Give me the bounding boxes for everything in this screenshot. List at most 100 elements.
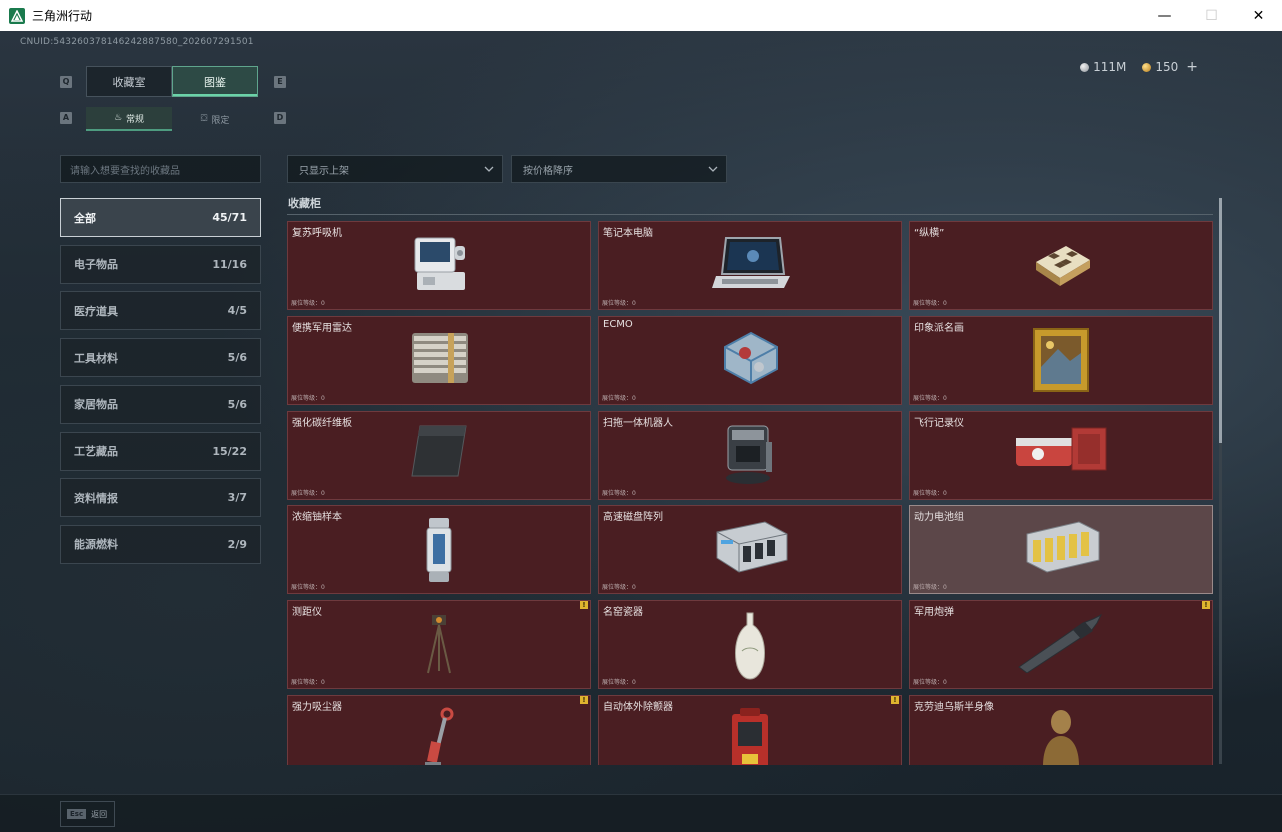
ventilator-icon — [407, 232, 471, 298]
collection-card[interactable]: 扫拖一体机器人 展位等级：0 — [598, 410, 902, 500]
shelf-filter-value: 只显示上架 — [299, 165, 349, 177]
shelf-filter-dropdown[interactable]: 只显示上架 — [287, 155, 503, 183]
tab-regular-label: 常规 — [126, 114, 145, 125]
category-item[interactable]: 工具材料 5/6 — [60, 338, 261, 378]
laptop-icon — [710, 232, 790, 298]
item-name: 印象派名画 — [914, 322, 964, 334]
gold-amount: 150 — [1155, 60, 1179, 74]
defibrillator-icon — [728, 706, 772, 765]
alert-badge-icon: ! — [1202, 601, 1210, 610]
collection-card[interactable]: 名窑瓷器 展位等级：0 — [598, 600, 902, 690]
add-currency-button[interactable]: + — [1186, 59, 1198, 75]
display-level: 展位等级：0 — [602, 584, 636, 592]
collection-card[interactable]: 复苏呼吸机展位等级：0 — [287, 221, 591, 310]
category-item[interactable]: 家居物品 5/6 — [60, 384, 261, 424]
uranium-sample-icon — [424, 516, 454, 588]
category-count: 4/5 — [227, 304, 247, 318]
collection-card[interactable]: 印象派名画展位等级：0 — [909, 315, 1213, 405]
collection-card[interactable]: 浓缩铀样本展位等级：0 — [287, 505, 591, 595]
category-item[interactable]: 能源燃料 2/9 — [60, 524, 261, 564]
currency-bar: 111M 150 + — [1080, 59, 1198, 75]
category-count: 11/16 — [212, 257, 247, 271]
key-hint-a: A — [60, 112, 72, 124]
tab-collection-room[interactable]: 收藏室 — [86, 66, 172, 97]
collection-card[interactable]: 自动体外除颤器展位等级：0! — [598, 695, 902, 765]
gold-coin-icon — [1142, 62, 1152, 72]
vacuum-cleaner-icon — [421, 706, 457, 765]
item-name: 笔记本电脑 — [603, 228, 653, 239]
gold-currency: 150 + — [1142, 59, 1198, 75]
painting-icon — [1030, 327, 1092, 397]
back-button[interactable]: Esc 返回 — [60, 801, 115, 827]
category-item[interactable]: 资料情报 3/7 — [60, 478, 261, 518]
item-name: 强化碳纤维板 — [292, 417, 352, 429]
scrollbar-thumb[interactable] — [1219, 198, 1222, 443]
display-level: 展位等级：0 — [913, 394, 947, 402]
collection-card[interactable]: 强化碳纤维板 展位等级：0 — [287, 410, 591, 500]
sort-dropdown[interactable]: 按价格降序 — [511, 155, 727, 183]
category-label: 电子物品 — [74, 258, 118, 272]
app-logo-icon — [9, 7, 25, 24]
grid-scrollbar[interactable] — [1219, 198, 1222, 764]
sort-value: 按价格降序 — [523, 165, 573, 177]
category-count: 5/6 — [227, 351, 247, 365]
close-button[interactable]: ✕ — [1235, 0, 1282, 31]
display-level: 展位等级：0 — [913, 300, 947, 307]
tab-limited[interactable]: ⛋ 限定 — [172, 107, 258, 131]
section-divider — [287, 214, 1213, 215]
chevron-down-icon — [484, 166, 494, 172]
collection-card[interactable]: “纵横” 展位等级：0 — [909, 221, 1213, 310]
game-viewport: CNUID:543260378146242887580_202607291501… — [0, 31, 1282, 832]
artillery-shell-icon — [1013, 611, 1109, 677]
category-item[interactable]: 工艺藏品 15/22 — [60, 431, 261, 471]
bust-statue-icon — [1037, 706, 1085, 765]
collection-card[interactable]: 飞行记录仪 展位等级：0 — [909, 410, 1213, 500]
silver-amount: 111M — [1093, 60, 1127, 74]
maximize-button[interactable]: ☐ — [1188, 0, 1235, 31]
display-level: 展位等级：0 — [291, 300, 325, 307]
collection-card[interactable]: 便携军用雷达 展位等级：0 — [287, 315, 591, 405]
item-name: 高速磁盘阵列 — [603, 512, 663, 524]
key-hint-e: E — [274, 76, 286, 88]
back-label: 返回 — [91, 809, 108, 819]
window-title: 三角洲行动 — [32, 9, 93, 23]
category-count: 5/6 — [227, 397, 247, 411]
category-count: 2/9 — [227, 537, 247, 551]
tab-regular[interactable]: ♨ 常规 — [86, 107, 172, 131]
alert-badge-icon: ! — [891, 696, 899, 704]
flight-recorder-icon — [1012, 422, 1110, 482]
alert-badge-icon: ! — [580, 696, 588, 704]
item-name: 浓缩铀样本 — [292, 512, 342, 524]
collection-card[interactable]: 克劳迪乌斯半身像展位等级：0 — [909, 695, 1213, 765]
collection-card[interactable]: 强力吸尘器展位等级：0! — [287, 695, 591, 765]
minimize-button[interactable]: — — [1141, 0, 1188, 31]
category-count: 45/71 — [212, 211, 247, 224]
disk-array-icon — [707, 516, 793, 582]
category-item[interactable]: 医疗道具 4/5 — [60, 291, 261, 331]
display-level: 展位等级：0 — [602, 300, 636, 307]
search-placeholder: 请输入想要查找的收藏品 — [70, 165, 180, 177]
collection-card[interactable]: 测距仪 展位等级：0! — [287, 600, 591, 690]
esc-key-hint: Esc — [67, 809, 87, 819]
item-name: 复苏呼吸机 — [292, 228, 342, 239]
key-hint-q: Q — [60, 76, 72, 88]
category-label: 能源燃料 — [74, 538, 118, 552]
display-level: 展位等级：0 — [913, 679, 947, 687]
chevron-down-icon — [708, 166, 718, 172]
collection-card[interactable]: 动力电池组 展位等级：0 — [909, 505, 1213, 595]
display-level: 展位等级：0 — [291, 679, 325, 687]
display-level: 展位等级：0 — [291, 584, 325, 592]
item-name: 强力吸尘器 — [292, 702, 342, 713]
category-item[interactable]: 电子物品 11/16 — [60, 244, 261, 284]
category-item[interactable]: 全部 45/71 — [60, 198, 261, 237]
collection-card[interactable]: 高速磁盘阵列展位等级：0 — [598, 505, 902, 595]
search-input[interactable]: 请输入想要查找的收藏品 — [60, 155, 261, 183]
collection-card[interactable]: 军用炮弹 展位等级：0! — [909, 600, 1213, 690]
category-count: 15/22 — [212, 444, 247, 458]
tab-catalog[interactable]: 图鉴 — [172, 66, 258, 97]
display-level: 展位等级：0 — [602, 489, 636, 497]
robot-vacuum-icon — [722, 422, 778, 492]
collection-card[interactable]: 笔记本电脑展位等级：0 — [598, 221, 902, 310]
collection-card[interactable]: ECMO 展位等级：0 — [598, 315, 902, 405]
bottom-bar: Esc 返回 — [0, 794, 1282, 832]
